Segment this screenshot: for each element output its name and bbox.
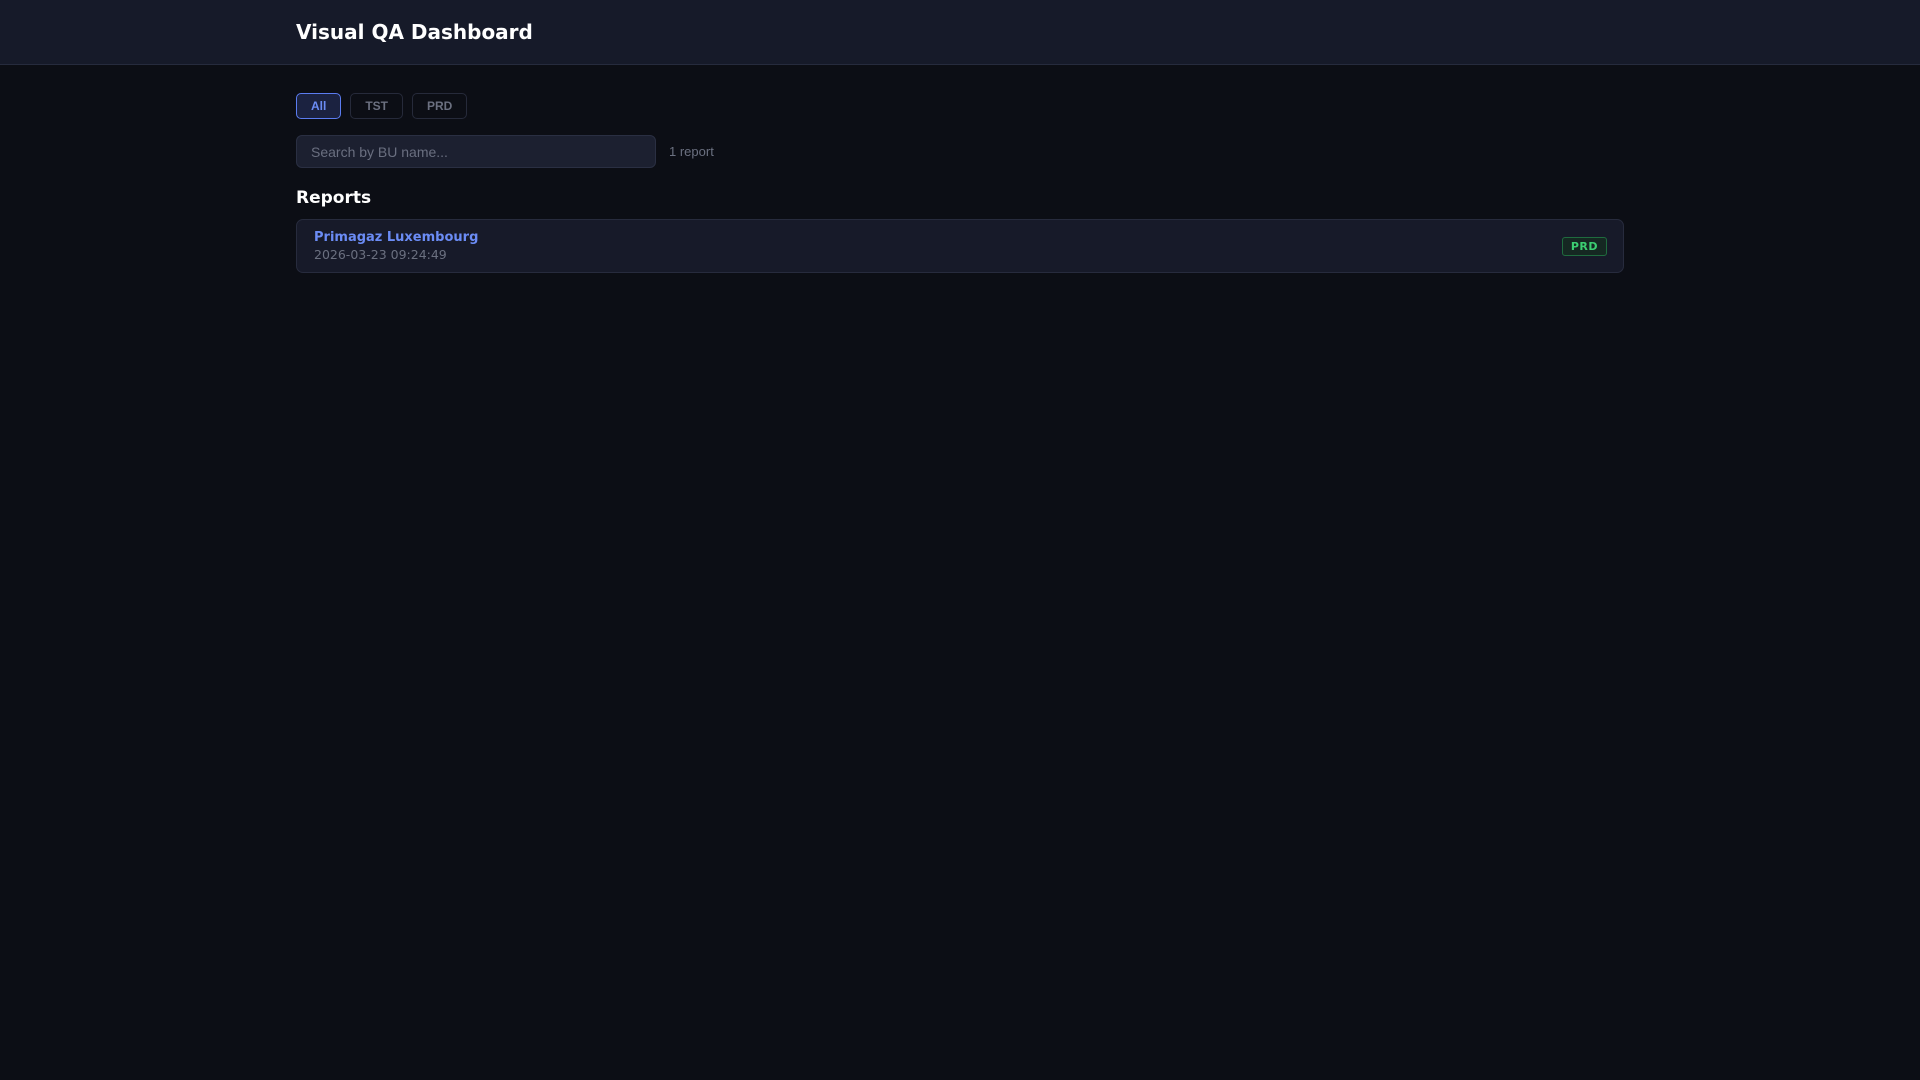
report-count: 1 report: [669, 144, 714, 159]
filter-tst-button[interactable]: TST: [350, 93, 404, 119]
search-input[interactable]: [296, 135, 656, 168]
env-badge: PRD: [1561, 236, 1607, 256]
report-timestamp: 2026-03-23 09:24:49: [314, 247, 447, 262]
main-content: All TST PRD 1 report Reports Primagaz Lu…: [296, 93, 1624, 273]
env-filter-group: All TST PRD: [296, 93, 1624, 119]
app-header: Visual QA Dashboard: [0, 0, 1920, 65]
page-title: Visual QA Dashboard: [296, 20, 533, 44]
filter-prd-button[interactable]: PRD: [412, 93, 468, 119]
reports-heading: Reports: [296, 188, 372, 208]
report-list-item[interactable]: Primagaz Luxembourg 2026-03-23 09:24:49 …: [296, 219, 1624, 273]
report-name-link[interactable]: Primagaz Luxembourg: [314, 230, 478, 245]
filter-all-button[interactable]: All: [296, 93, 342, 119]
